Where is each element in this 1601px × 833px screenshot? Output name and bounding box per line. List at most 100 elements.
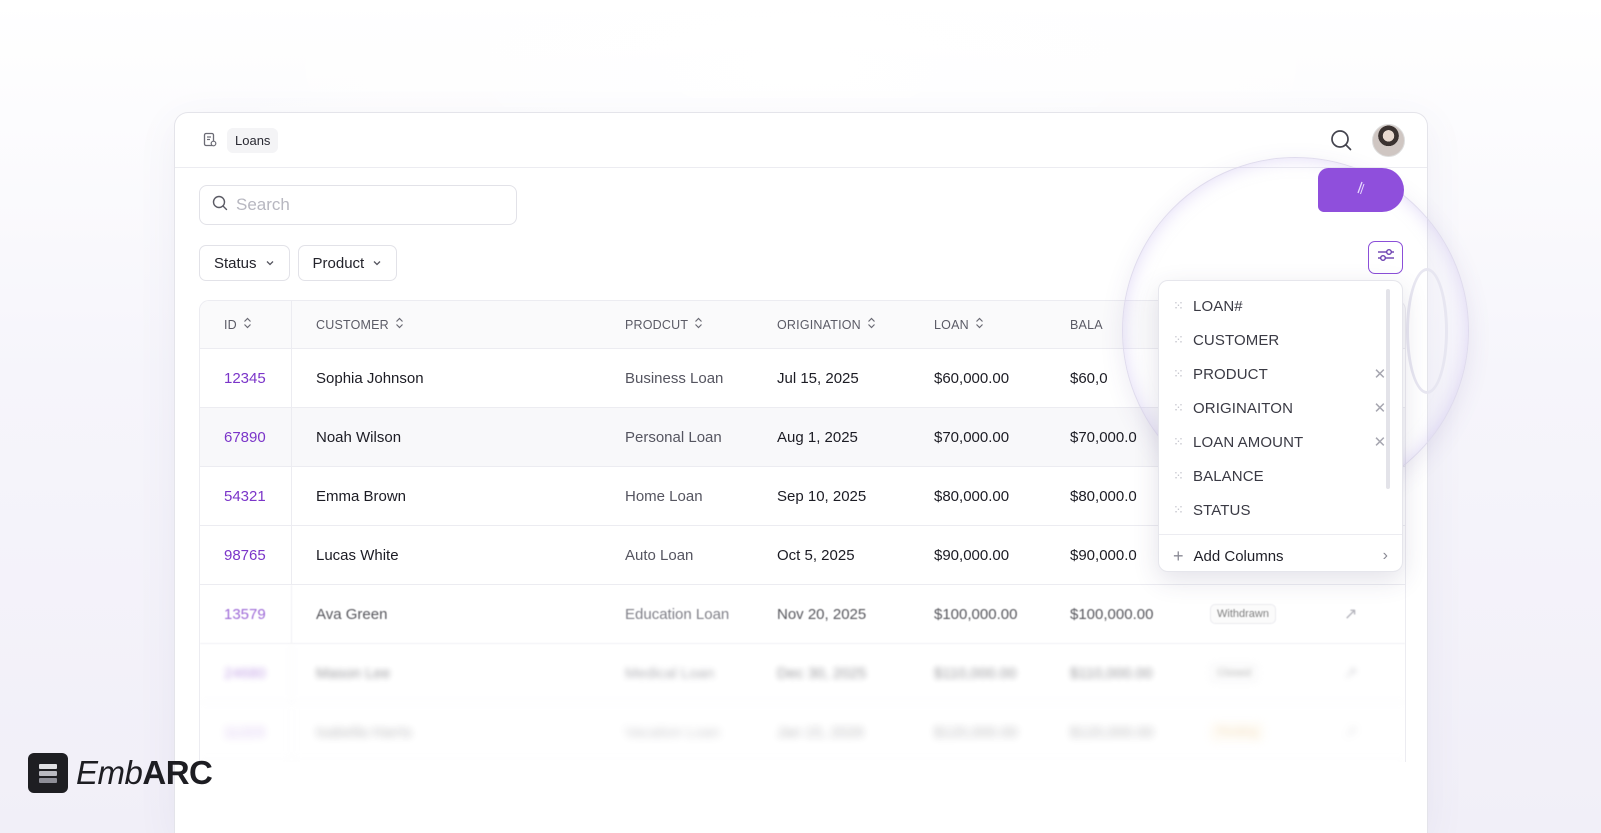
cell-balance: $120,000.00 [1070, 724, 1210, 741]
cell-origination: Nov 20, 2025 [777, 606, 934, 623]
status-badge: Withdrawn [1210, 604, 1276, 624]
search-icon [212, 195, 228, 216]
sort-icon [694, 317, 703, 332]
drag-handle-icon[interactable]: ⁙ [1173, 332, 1193, 348]
column-header-customer[interactable]: CUSTOMER [292, 317, 625, 332]
breadcrumb-loans[interactable]: Loans [227, 127, 279, 153]
drag-handle-icon[interactable]: ⁙ [1173, 298, 1193, 314]
cell-customer-value: Noah Wilson [316, 428, 402, 446]
drag-handle-icon[interactable]: ⁙ [1173, 434, 1193, 450]
menu-item-column[interactable]: ⁙ LOAN# [1159, 289, 1402, 323]
chevron-down-icon [265, 255, 275, 272]
logo-text-arc: ARC [142, 754, 213, 791]
open-arrow-icon[interactable]: ↗ [1344, 604, 1384, 624]
menu-item-column[interactable]: ⁙ STATUS [1159, 493, 1402, 527]
cell-customer: Mason Lee [292, 665, 625, 682]
menu-item-column[interactable]: ⁙ PRODUCT ✕ [1159, 357, 1402, 391]
column-header-product[interactable]: PRODCUT [625, 317, 777, 332]
cell-customer: Emma Brown [292, 488, 625, 505]
menu-item-column[interactable]: ⁙ BALANCE [1159, 459, 1402, 493]
menu-item-label: PRODUCT [1193, 365, 1268, 383]
cell-origination-value: Nov 20, 2025 [777, 605, 867, 623]
sliders-icon [1376, 247, 1396, 268]
logo-mark-icon [28, 753, 68, 793]
cell-origination-value: Oct 5, 2025 [777, 546, 855, 564]
cell-origination: Jan 15, 2026 [777, 724, 934, 741]
cell-customer: Ava Green [292, 606, 625, 623]
cell-origination-value: Sep 10, 2025 [777, 487, 867, 505]
menu-item-column[interactable]: ⁙ ORIGINAITON ✕ [1159, 391, 1402, 425]
cell-status: Closed [1210, 663, 1344, 683]
cell-product: Home Loan [625, 488, 777, 505]
cell-id-value[interactable]: 12345 [224, 370, 266, 387]
search-input[interactable] [236, 195, 496, 215]
filter-bar: Status Product [199, 245, 1403, 281]
cell-loan: $60,000.00 [934, 370, 1070, 387]
cell-product: Business Loan [625, 370, 777, 387]
cell-customer: Isabella Harris [292, 724, 625, 741]
cell-loan: $110,000.00 [934, 665, 1070, 682]
drag-handle-icon[interactable]: ⁙ [1173, 502, 1193, 518]
plus-icon: + [1173, 545, 1184, 566]
cell-product-value: Education Loan [625, 605, 730, 623]
column-header-id[interactable]: ID [200, 301, 292, 348]
edit-icon [1354, 179, 1368, 202]
cell-balance-value: $100,000.00 [1070, 605, 1154, 623]
cell-product-value: Vacation Loan [625, 723, 720, 741]
primary-action-button[interactable] [1318, 168, 1404, 212]
cell-customer-value: Ava Green [316, 605, 388, 623]
cell-balance: $110,000.00 [1070, 665, 1210, 682]
cell-loan-value: $120,000.00 [934, 723, 1018, 741]
status-badge: Pending [1210, 722, 1265, 742]
cell-id-value[interactable]: 98765 [224, 547, 266, 564]
cell-id: 67890 [200, 408, 292, 466]
open-arrow-icon[interactable]: ↗ [1344, 663, 1384, 683]
cell-balance-value: $90,000.0 [1070, 546, 1137, 564]
drag-handle-icon[interactable]: ⁙ [1173, 366, 1193, 382]
cell-customer-value: Mason Lee [316, 664, 391, 682]
cell-status: Pending [1210, 722, 1344, 742]
column-header-origination[interactable]: ORIGINATION [777, 317, 934, 332]
cell-id-value[interactable]: 11223 [224, 724, 265, 741]
search-icon[interactable] [1328, 127, 1354, 153]
cell-product-value: Medical Loan [625, 664, 715, 682]
status-filter-button[interactable]: Status [199, 245, 290, 281]
sort-icon [243, 317, 252, 332]
cell-id-value[interactable]: 13579 [224, 606, 266, 623]
logo-text-emb: Emb [76, 754, 143, 791]
product-filter-button[interactable]: Product [297, 245, 398, 281]
cell-product-value: Personal Loan [625, 428, 722, 446]
menu-item-column[interactable]: ⁙ CUSTOMER [1159, 323, 1402, 357]
cell-balance-value: $70,000.0 [1070, 428, 1137, 446]
cell-customer-value: Sophia Johnson [316, 369, 424, 387]
cell-customer-value: Isabella Harris [316, 723, 412, 741]
cell-id: 54321 [200, 467, 292, 525]
cell-id-value[interactable]: 54321 [224, 488, 266, 505]
cell-loan-value: $100,000.00 [934, 605, 1018, 623]
drag-handle-icon[interactable]: ⁙ [1173, 468, 1193, 484]
menu-scrollbar[interactable] [1386, 289, 1390, 489]
menu-item-column[interactable]: ⁙ LOAN AMOUNT ✕ [1159, 425, 1402, 459]
cell-id: 12345 [200, 349, 292, 407]
column-header-loan[interactable]: LOAN [934, 317, 1070, 332]
cell-product-value: Business Loan [625, 369, 724, 387]
cell-loan: $100,000.00 [934, 606, 1070, 623]
column-settings-button[interactable] [1368, 241, 1403, 274]
cell-loan: $90,000.00 [934, 547, 1070, 564]
cell-product-value: Home Loan [625, 487, 703, 505]
table-row[interactable]: 13579 Ava Green Education Loan Nov 20, 2025… [200, 585, 1405, 644]
add-columns-button[interactable]: + Add Columns › [1159, 535, 1402, 577]
search-field[interactable] [199, 185, 517, 225]
avatar[interactable] [1372, 123, 1405, 157]
open-arrow-icon[interactable]: ↗ [1344, 722, 1384, 742]
table-row[interactable]: 11223 Isabella Harris Vacation Loan Jan 15,… [200, 703, 1405, 762]
document-icon [201, 131, 219, 149]
cell-origination-value: Dec 30, 2025 [777, 664, 867, 682]
cell-balance-value: $60,0 [1070, 369, 1108, 387]
cell-id-value[interactable]: 24680 [224, 665, 266, 682]
menu-item-label: BALANCE [1193, 467, 1264, 485]
table-row[interactable]: 24680 Mason Lee Medical Loan Dec 30, 2025 $1… [200, 644, 1405, 703]
drag-handle-icon[interactable]: ⁙ [1173, 400, 1193, 416]
sort-icon [395, 317, 404, 332]
cell-id-value[interactable]: 67890 [224, 429, 266, 446]
